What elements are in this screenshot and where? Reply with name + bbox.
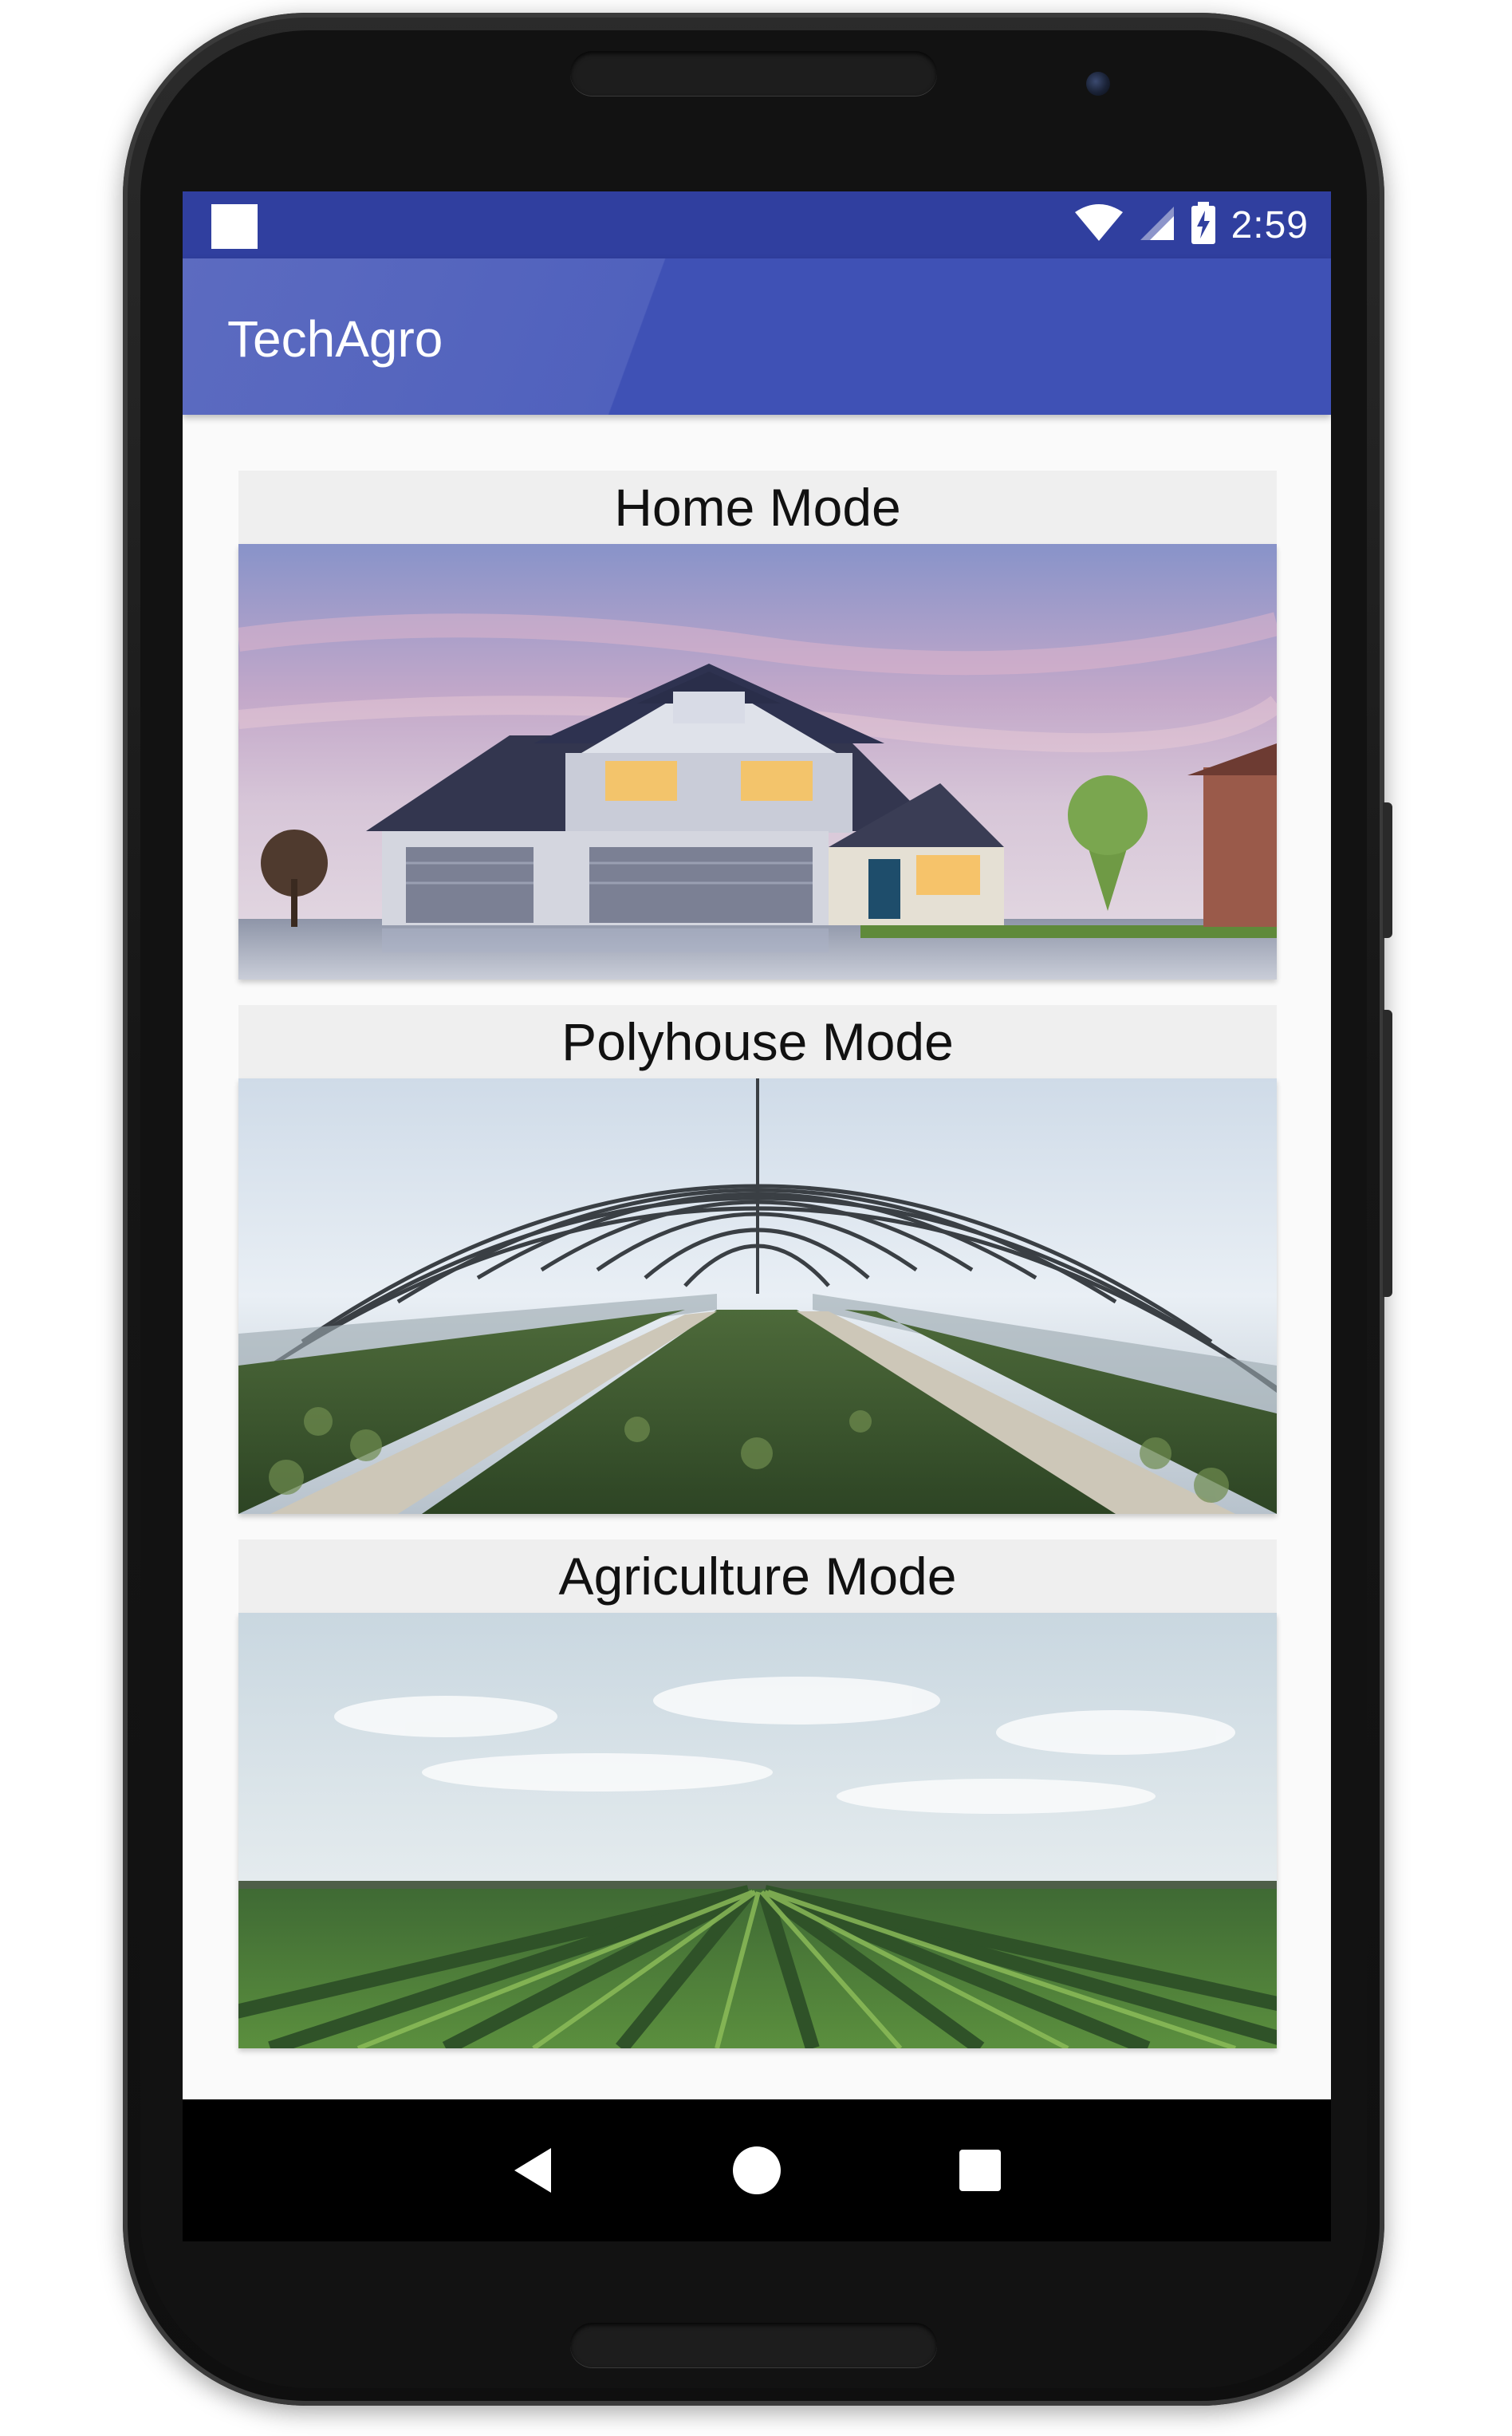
house-photo[interactable] [238,544,1277,980]
app-toolbar: TechAgro [183,258,1331,415]
mode-title-bar: Home Mode [238,471,1277,544]
battery-charging-icon [1190,201,1217,249]
system-nav-bar [183,2099,1331,2241]
cell-signal-icon [1139,205,1175,246]
mode-card-polyhouse[interactable]: Polyhouse Mode [238,1005,1277,1514]
home-icon[interactable] [721,2134,793,2206]
vineyard-field-photo[interactable] [238,1613,1277,2048]
power-button [1383,802,1392,938]
recents-icon[interactable] [944,2134,1016,2206]
bottom-speaker [570,2323,937,2367]
volume-button [1383,1010,1392,1297]
mode-label: Home Mode [614,478,901,537]
mode-title-bar: Agriculture Mode [238,1539,1277,1613]
wifi-icon [1073,203,1124,246]
notification-square-icon [211,204,258,249]
polyhouse-greenhouse-photo[interactable] [238,1078,1277,1514]
mode-label: Polyhouse Mode [561,1012,954,1071]
mode-card-agriculture[interactable]: Agriculture Mode [238,1539,1277,2048]
app-screen: 2:59 TechAgro Home Mode Polyhouse Mode A… [183,191,1331,2099]
status-bar: 2:59 [183,191,1331,258]
back-icon[interactable] [498,2134,569,2206]
mode-card-home[interactable]: Home Mode [238,471,1277,980]
mode-title-bar: Polyhouse Mode [238,1005,1277,1078]
mode-label: Agriculture Mode [558,1547,957,1606]
status-icons: 2:59 [1073,191,1309,258]
front-camera [1086,72,1110,96]
earpiece-speaker [570,51,937,96]
status-time: 2:59 [1230,203,1309,246]
app-title: TechAgro [227,310,443,368]
